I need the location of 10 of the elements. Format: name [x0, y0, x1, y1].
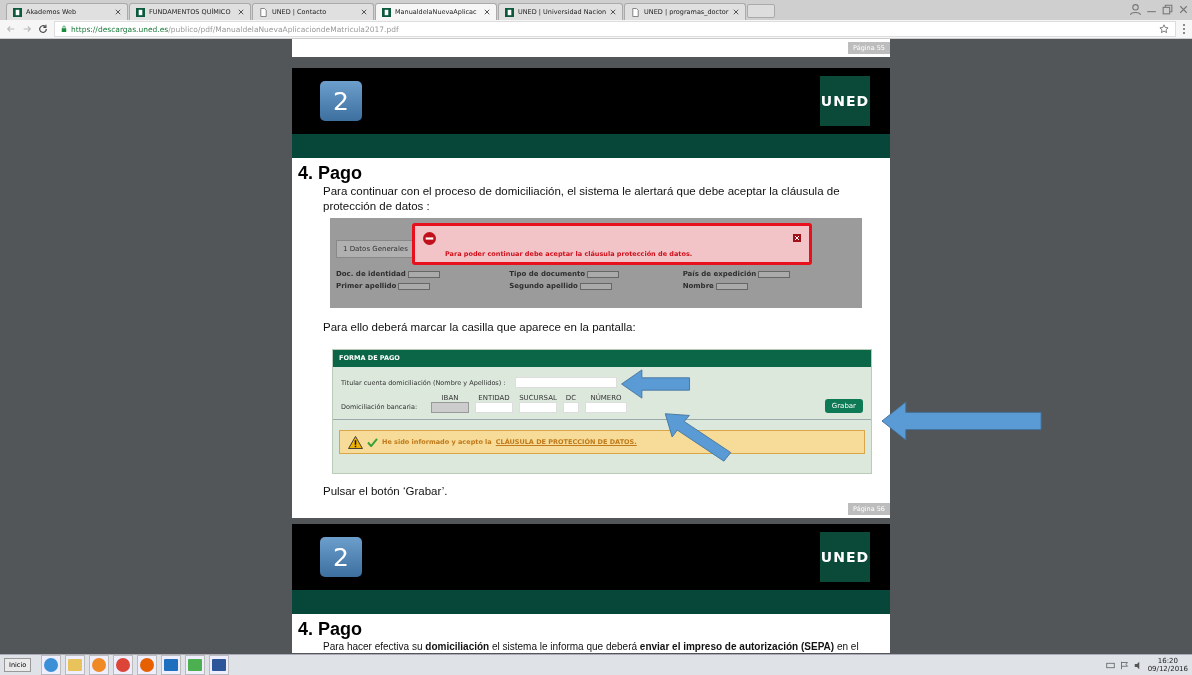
- chapter-badge: 2: [320, 81, 362, 121]
- section-heading: 4. Pago: [298, 618, 364, 640]
- paragraph: Para continuar con el proceso de domiciliación, el sistema le alertará que debe aceptar la cláusula de protección de datos :: [323, 184, 841, 214]
- chapter-badge: 2: [320, 537, 362, 577]
- paragraph: Pulsar el botón ‘Grabar’.: [323, 484, 449, 499]
- logo: UNED: [820, 532, 870, 582]
- paragraph: Para ello deberá marcar la casilla que aparece en la pantalla:: [323, 320, 637, 335]
- paragraph: Para hacer efectiva su domiciliación el sistema le informa que deberá enviar el impreso de autorización (SEPA) en el: [323, 640, 860, 653]
- logo: UNED: [820, 76, 870, 126]
- section-heading: 4. Pago: [298, 162, 364, 184]
